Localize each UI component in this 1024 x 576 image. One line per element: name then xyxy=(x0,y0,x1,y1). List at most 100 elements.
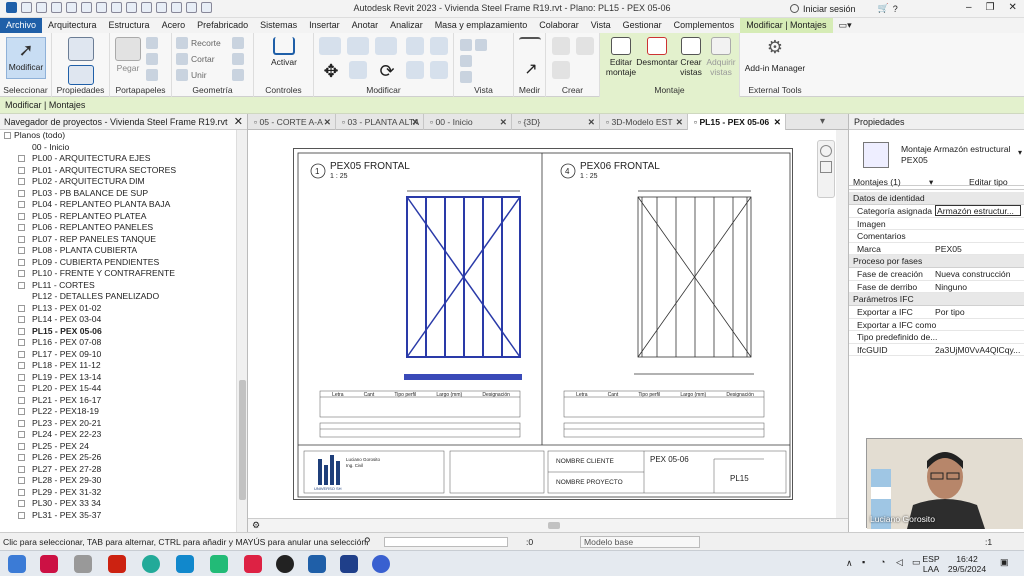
match-button[interactable] xyxy=(146,69,158,81)
create-part-button[interactable] xyxy=(550,37,572,57)
expand-icon[interactable] xyxy=(18,189,25,197)
tree-item[interactable]: PL01 - ARQUITECTURA SECTORES xyxy=(0,165,236,177)
expand-icon[interactable] xyxy=(18,477,25,484)
tray-chevron-icon[interactable]: ∧ xyxy=(846,558,853,569)
disassemble-button[interactable]: Desmontar xyxy=(636,37,678,67)
tree-item[interactable]: PL14 - PEX 03-04 xyxy=(0,314,236,326)
ribbon-tab[interactable]: Complementos xyxy=(668,18,741,33)
tree-item[interactable]: PL09 - CUBIERTA PENDIENTES xyxy=(0,257,236,269)
notification-icon[interactable]: ▣ xyxy=(1000,557,1009,568)
property-row[interactable]: Fase de creación Nueva construcción xyxy=(849,268,1024,281)
edit-assembly-button[interactable]: Editar montaje xyxy=(602,37,640,77)
tray-app-icon[interactable]: ▪ xyxy=(862,557,865,567)
expand-icon[interactable] xyxy=(18,155,25,162)
copy-button[interactable] xyxy=(146,53,158,65)
expand-icon[interactable] xyxy=(18,373,25,381)
ribbon-tab[interactable]: Sistemas xyxy=(254,18,303,33)
tree-item[interactable]: PL21 - PEX 16-17 xyxy=(0,395,236,407)
filter-dropdown-icon[interactable]: ▾ xyxy=(929,177,933,188)
app-icon-4[interactable] xyxy=(210,555,228,573)
view-control-icon[interactable]: ⚙ xyxy=(252,520,260,531)
unite-button[interactable]: Unir xyxy=(176,69,207,81)
tree-item[interactable]: PL17 - PEX 09-10 xyxy=(0,349,236,361)
tree-item[interactable]: PL05 - REPLANTEO PLATEA xyxy=(0,211,236,223)
tree-item[interactable]: PL22 - PEX18-19 xyxy=(0,406,236,418)
trim-button[interactable] xyxy=(404,37,426,57)
ribbon-tab[interactable]: Masa y emplazamiento xyxy=(429,18,534,33)
view-tab[interactable]: ▫ {3D} ✕ xyxy=(512,114,600,130)
tree-item[interactable]: PL06 - REPLANTEO PANELES xyxy=(0,222,236,234)
signin-link[interactable]: Iniciar sesión xyxy=(803,4,856,14)
ribbon-tab[interactable]: Gestionar xyxy=(617,18,668,33)
expand-icon[interactable] xyxy=(18,442,25,450)
tree-item[interactable]: PL02 - ARQUITECTURA DIM xyxy=(0,176,236,188)
browser-scrollbar[interactable] xyxy=(236,130,247,532)
steering-wheel-icon[interactable] xyxy=(820,145,832,157)
view-tab[interactable]: ▫ 03 - PLANTA ALTA ✕ xyxy=(336,114,424,130)
expand-icon[interactable] xyxy=(18,500,25,507)
drawing-area[interactable]: 1 PEX05 FRONTAL 1 : 25 4 PEX06 FRONTAL 1… xyxy=(248,130,848,518)
view-tab[interactable]: ▫ PL15 - PEX 05-06 ✕ xyxy=(688,114,786,130)
tree-item[interactable]: PL15 - PEX 05-06 xyxy=(0,326,236,338)
expand-icon[interactable] xyxy=(18,247,25,254)
tree-item[interactable]: PL18 - PEX 11-12 xyxy=(0,360,236,372)
split-button[interactable] xyxy=(428,37,450,57)
override-button[interactable] xyxy=(460,55,472,67)
mirror-button[interactable] xyxy=(374,37,398,57)
zoom-taskbar-icon[interactable] xyxy=(372,555,390,573)
ribbon-tab[interactable]: Insertar xyxy=(303,18,346,33)
acquire-views-button[interactable]: Adquirir vistas xyxy=(704,37,738,77)
measure-button[interactable] xyxy=(518,37,542,53)
scroll-thumb[interactable] xyxy=(239,380,246,500)
volume-icon[interactable]: ◁ xyxy=(896,557,903,568)
tree-item[interactable]: PL10 - FRENTE Y CONTRAFRENTE xyxy=(0,268,236,280)
language-indicator[interactable]: ESP LAA xyxy=(920,554,942,574)
align-button[interactable] xyxy=(318,37,342,57)
tree-item[interactable]: PL31 - PEX 35-37 xyxy=(0,510,236,522)
hide-button[interactable] xyxy=(460,39,487,51)
expand-icon[interactable] xyxy=(18,270,25,277)
rotate-button[interactable]: ⟳ xyxy=(374,61,398,87)
expand-icon[interactable] xyxy=(18,454,25,461)
expand-icon[interactable] xyxy=(18,224,25,231)
dimension-button[interactable]: ↗ xyxy=(518,61,542,87)
tree-item[interactable]: PL03 - PB BALANCE DE SUP xyxy=(0,188,236,200)
revit-taskbar-icon[interactable] xyxy=(308,555,326,573)
acrobat-icon[interactable] xyxy=(244,555,262,573)
tree-item[interactable]: PL24 - PEX 22-23 xyxy=(0,429,236,441)
close-tab-icon[interactable]: ✕ xyxy=(412,114,419,130)
expand-icon[interactable] xyxy=(18,178,25,185)
design-option-select[interactable]: Modelo base xyxy=(580,536,700,548)
tree-item[interactable]: PL30 - PEX 33 34 xyxy=(0,498,236,510)
tree-item[interactable]: PL23 - PEX 20-21 xyxy=(0,418,236,430)
close-tab-icon[interactable]: ✕ xyxy=(324,114,331,130)
property-row[interactable]: Exportar a IFC Por tipo xyxy=(849,306,1024,319)
property-row[interactable]: Fase de derribo Ninguno xyxy=(849,281,1024,293)
property-section[interactable]: Parámetros IFC xyxy=(849,293,1024,306)
view-tab[interactable]: ▫ 05 - CORTE A-A ✕ xyxy=(248,114,336,130)
close-tab-icon[interactable]: ✕ xyxy=(774,114,781,130)
copy-element-button[interactable] xyxy=(346,61,370,81)
recorte-button[interactable]: Recorte xyxy=(176,37,221,49)
tree-item[interactable]: PL19 - PEX 13-14 xyxy=(0,372,236,384)
tree-item[interactable]: PL26 - PEX 25-26 xyxy=(0,452,236,464)
property-value[interactable]: PEX05 xyxy=(935,243,1021,256)
ribbon-toggle-icon[interactable]: ▭▾ xyxy=(833,18,858,33)
expand-icon[interactable] xyxy=(18,212,25,220)
collapse-icon[interactable] xyxy=(4,132,11,139)
workset-select[interactable] xyxy=(384,537,508,547)
close-icon[interactable]: ✕ xyxy=(1009,2,1017,13)
ribbon-tab[interactable]: Archivo xyxy=(0,18,43,33)
canvas-scrollbar[interactable] xyxy=(836,130,848,518)
ribbon-tab[interactable]: Anotar xyxy=(346,18,385,33)
h-scroll-thumb[interactable] xyxy=(548,522,560,529)
expand-icon[interactable] xyxy=(18,408,25,415)
scale-button[interactable] xyxy=(428,61,450,81)
tree-item[interactable]: PL11 - CORTES xyxy=(0,280,236,292)
expand-icon[interactable] xyxy=(18,339,25,346)
expand-icon[interactable] xyxy=(18,431,25,438)
tree-item[interactable]: PL28 - PEX 29-30 xyxy=(0,475,236,487)
tree-item[interactable]: PL16 - PEX 07-08 xyxy=(0,337,236,349)
tree-item[interactable]: PL12 - DETALLES PANELIZADO xyxy=(0,291,236,303)
geom-tool-1[interactable] xyxy=(232,37,244,49)
